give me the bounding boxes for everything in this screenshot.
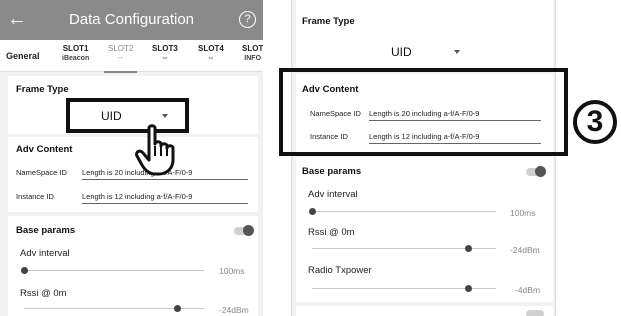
adv-content-card: Adv Content NameSpace ID Length is 20 in… xyxy=(8,137,258,212)
adv-interval-label: Adv interval xyxy=(20,248,70,259)
adv-interval-slider-thumb[interactable] xyxy=(309,208,316,215)
tab-slot4[interactable]: SLOT4 -- xyxy=(198,44,224,64)
page-title: Data Configuration xyxy=(68,11,195,28)
tab-sub-label: -- xyxy=(208,55,214,62)
tab-slot1[interactable]: SLOT1 iBeacon xyxy=(62,44,89,64)
help-icon[interactable]: ? xyxy=(239,11,256,28)
tab-general[interactable]: General xyxy=(6,51,40,61)
instance-id-label: Instance ID xyxy=(16,192,54,201)
right-phone-screen: Frame Type UID Adv Content NameSpace ID … xyxy=(291,0,556,316)
instance-id-input[interactable]: Length is 12 including a-f/A-F/0-9 xyxy=(82,192,248,204)
tab-label: SLOT2 xyxy=(108,44,134,53)
frame-type-title: Frame Type xyxy=(16,84,69,95)
frame-type-select[interactable]: UID xyxy=(391,45,412,59)
base-params-title: Base params xyxy=(302,166,362,177)
rssi-slider-thumb[interactable] xyxy=(174,305,181,312)
tx-power-slider-thumb[interactable] xyxy=(465,285,473,292)
adv-content-title: Adv Content xyxy=(16,144,73,155)
namespace-id-label: NameSpace ID xyxy=(16,168,67,177)
next-card xyxy=(296,306,553,316)
tab-sub-label: -- xyxy=(162,55,168,62)
tab-label: SLOT4 xyxy=(198,44,224,53)
rssi-label: Rssi @ 0m xyxy=(308,227,355,238)
adv-interval-slider[interactable] xyxy=(24,270,204,271)
adv-content-highlight-box xyxy=(279,68,568,156)
tab-sub-label: -- xyxy=(118,55,123,62)
left-phone-screen: ← Data Configuration ? General SLOT1 iBe… xyxy=(0,0,263,316)
pointing-hand-icon xyxy=(135,124,175,176)
tab-slot3[interactable]: SLOT3 -- xyxy=(152,44,178,64)
tx-power-label: Radio Txpower xyxy=(308,265,372,276)
adv-interval-slider-thumb[interactable] xyxy=(21,267,28,274)
adv-interval-value: 100ms xyxy=(510,208,536,218)
tab-slot2[interactable]: SLOT2 -- xyxy=(103,44,138,73)
adv-interval-value: 100ms xyxy=(219,266,245,276)
tab-sub-label: iBeacon xyxy=(62,55,90,62)
base-params-title: Base params xyxy=(16,225,76,236)
rssi-value: -24dBm xyxy=(510,245,540,255)
tab-label: SLOT xyxy=(242,44,263,53)
base-params-card: Base params Adv interval 100ms Rssi @ 0m… xyxy=(296,157,553,302)
app-bar: ← Data Configuration ? xyxy=(0,0,263,40)
rssi-value: -24dBm xyxy=(219,305,249,315)
tab-sub-label: INFO xyxy=(244,55,262,62)
frame-type-title: Frame Type xyxy=(302,16,355,27)
toggle-thumb[interactable] xyxy=(243,225,254,236)
toggle-thumb[interactable] xyxy=(535,166,546,177)
step-number-badge: 3 xyxy=(573,100,617,144)
base-params-card: Base params Adv interval 100ms Rssi @ 0m… xyxy=(8,216,258,316)
slot-tab-bar: General SLOT1 iBeacon SLOT2 -- SLOT3 -- … xyxy=(0,40,263,73)
tab-label: SLOT1 xyxy=(62,44,89,53)
adv-interval-slider[interactable] xyxy=(312,211,496,212)
rssi-slider-thumb[interactable] xyxy=(465,245,473,252)
chevron-down-icon[interactable] xyxy=(454,50,460,54)
tab-slot-info[interactable]: SLOT INFO xyxy=(242,44,263,64)
rssi-label: Rssi @ 0m xyxy=(20,288,67,299)
tx-power-value: -4dBm xyxy=(515,285,541,295)
adv-interval-label: Adv interval xyxy=(308,189,358,200)
next-card-toggle[interactable] xyxy=(526,310,544,316)
frame-type-card: Frame Type UID xyxy=(296,0,553,70)
tab-label: SLOT3 xyxy=(152,44,178,53)
